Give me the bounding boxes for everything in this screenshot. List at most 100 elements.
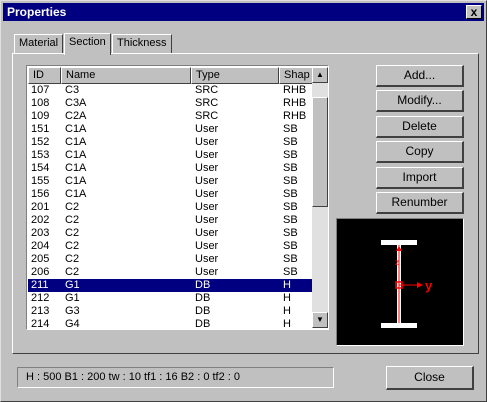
table-row[interactable]: 153 C1A User SB: [28, 149, 312, 162]
modify-button[interactable]: Modify...: [376, 90, 464, 112]
cell-shape: H: [283, 305, 291, 317]
scrollbar-thumb[interactable]: [312, 97, 328, 207]
close-button[interactable]: Close: [386, 366, 474, 390]
cell-name: C2: [65, 227, 80, 239]
cell-type: SRC: [195, 84, 219, 96]
table-row[interactable]: 212 G1 DB H: [28, 292, 312, 305]
cell-name: C2: [65, 201, 80, 213]
cell-id: 108: [31, 97, 50, 109]
table-row[interactable]: 109 C2A SRC RHB: [28, 110, 312, 123]
cell-name: G4: [65, 318, 80, 330]
table-row[interactable]: 154 C1A User SB: [28, 162, 312, 175]
cell-type: User: [195, 162, 219, 174]
cell-shape: RHB: [283, 97, 307, 109]
cell-shape: SB: [283, 266, 298, 278]
tab-section[interactable]: Section: [64, 33, 111, 55]
cell-shape: RHB: [283, 84, 307, 96]
copy-button[interactable]: Copy: [376, 141, 464, 163]
cell-type: User: [195, 227, 219, 239]
cell-shape: SB: [283, 253, 298, 265]
cell-shape: SB: [283, 188, 298, 200]
table-row[interactable]: 206 C2 User SB: [28, 266, 312, 279]
add-button[interactable]: Add...: [376, 65, 464, 87]
cell-name: C1A: [65, 162, 87, 174]
properties-dialog: Properties x Material Section Thickness …: [0, 0, 487, 402]
cell-shape: H: [283, 292, 291, 304]
section-drawing: z y: [381, 240, 433, 328]
cell-type: User: [195, 214, 219, 226]
cell-name: C2: [65, 266, 80, 278]
y-axis-arrow-icon: [417, 282, 423, 288]
cell-id: 151: [31, 123, 50, 135]
scroll-down-arrow-icon[interactable]: ▼: [312, 312, 328, 328]
table-row[interactable]: 156 C1A User SB: [28, 188, 312, 201]
column-header-id[interactable]: ID: [28, 67, 61, 84]
column-header-name[interactable]: Name: [61, 67, 191, 84]
cell-name: C2A: [65, 110, 87, 122]
title-bar[interactable]: Properties x: [3, 3, 484, 21]
cell-name: C2: [65, 240, 80, 252]
cell-shape: RHB: [283, 110, 307, 122]
cell-type: User: [195, 253, 219, 265]
table-row[interactable]: 204 C2 User SB: [28, 240, 312, 253]
list-header: ID Name Type Shap: [28, 67, 319, 84]
cell-id: 213: [31, 305, 50, 317]
table-row[interactable]: 213 G3 DB H: [28, 305, 312, 318]
cell-type: SRC: [195, 97, 219, 109]
cell-id: 152: [31, 136, 50, 148]
cell-id: 154: [31, 162, 50, 174]
cell-type: DB: [195, 279, 211, 291]
tab-material[interactable]: Material: [14, 34, 64, 54]
close-icon[interactable]: x: [466, 5, 482, 19]
bottom-flange: [381, 323, 417, 328]
y-axis-label: y: [425, 278, 433, 293]
table-row[interactable]: 205 C2 User SB: [28, 253, 312, 266]
renumber-button[interactable]: Renumber: [376, 192, 464, 214]
table-row[interactable]: 107 C3 SRC RHB: [28, 84, 312, 97]
table-row[interactable]: 211 G1 DB H: [28, 279, 312, 292]
vertical-scrollbar[interactable]: ▲ ▼: [312, 67, 328, 328]
cell-name: C3: [65, 84, 80, 96]
cell-type: User: [195, 149, 219, 161]
cell-type: User: [195, 266, 219, 278]
table-row[interactable]: 203 C2 User SB: [28, 227, 312, 240]
cell-id: 204: [31, 240, 50, 252]
column-header-type[interactable]: Type: [191, 67, 279, 84]
cell-id: 214: [31, 318, 50, 330]
import-button[interactable]: Import: [376, 167, 464, 189]
table-row[interactable]: 155 C1A User SB: [28, 175, 312, 188]
top-flange: [381, 240, 417, 245]
cell-id: 155: [31, 175, 50, 187]
cell-type: SRC: [195, 110, 219, 122]
table-row[interactable]: 202 C2 User SB: [28, 214, 312, 227]
tab-thickness[interactable]: Thickness: [112, 34, 172, 54]
cell-name: C1A: [65, 188, 87, 200]
cell-type: User: [195, 201, 219, 213]
z-axis-arrow-icon: [396, 246, 402, 251]
cell-type: DB: [195, 318, 211, 330]
cell-id: 156: [31, 188, 50, 200]
cell-type: DB: [195, 292, 211, 304]
cell-name: C2: [65, 253, 80, 265]
cell-id: 212: [31, 292, 50, 304]
cell-shape: SB: [283, 136, 298, 148]
delete-button[interactable]: Delete: [376, 116, 464, 138]
cell-name: C3A: [65, 97, 87, 109]
cell-name: G3: [65, 305, 80, 317]
cell-id: 205: [31, 253, 50, 265]
table-row[interactable]: 201 C2 User SB: [28, 201, 312, 214]
scroll-up-arrow-icon[interactable]: ▲: [312, 67, 328, 83]
table-row[interactable]: 108 C3A SRC RHB: [28, 97, 312, 110]
cell-type: User: [195, 188, 219, 200]
cell-id: 153: [31, 149, 50, 161]
cell-shape: SB: [283, 201, 298, 213]
section-list[interactable]: ID Name Type Shap 107 C3 SRC RHB 108 C3A SRC RH…: [26, 65, 329, 330]
table-row[interactable]: 151 C1A User SB: [28, 123, 312, 136]
cell-id: 206: [31, 266, 50, 278]
table-row[interactable]: 152 C1A User SB: [28, 136, 312, 149]
cell-id: 203: [31, 227, 50, 239]
table-row[interactable]: 214 G4 DB H: [28, 318, 312, 330]
cell-name: C1A: [65, 136, 87, 148]
cell-name: C1A: [65, 123, 87, 135]
cell-type: User: [195, 175, 219, 187]
